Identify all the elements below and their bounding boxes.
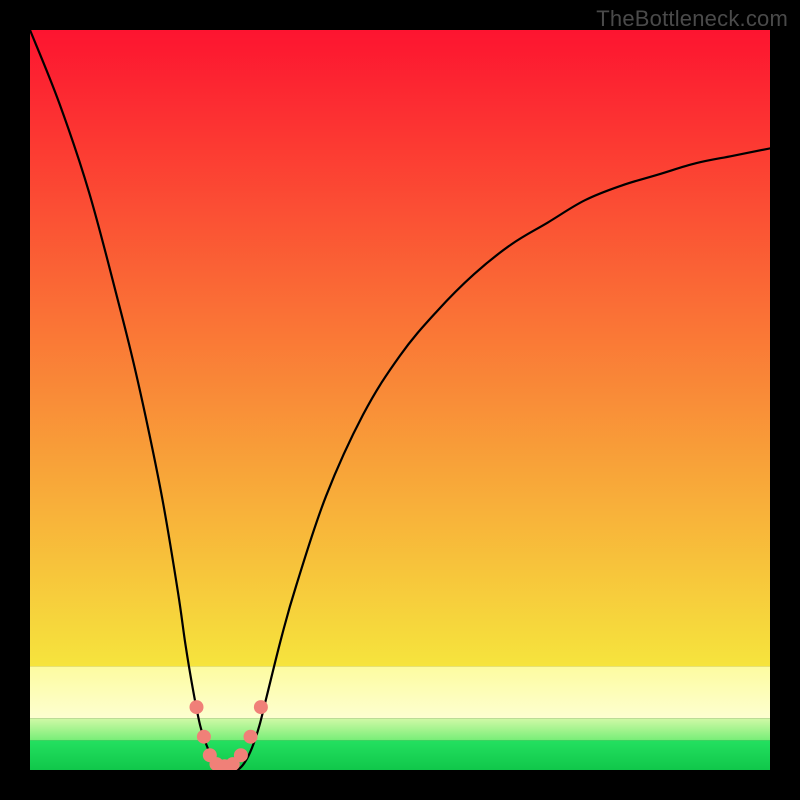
highlight-point [197,730,211,744]
plot-svg [30,30,770,770]
gradient-band [30,740,770,770]
gradient-band [30,718,770,740]
highlight-point [254,700,268,714]
watermark-label: TheBottleneck.com [596,6,788,32]
gradient-band [30,666,770,718]
gradient-band [30,30,770,666]
highlight-point [190,700,204,714]
highlight-point [234,748,248,762]
highlight-point [244,730,258,744]
chart-frame: TheBottleneck.com [0,0,800,800]
plot-area [30,30,770,770]
